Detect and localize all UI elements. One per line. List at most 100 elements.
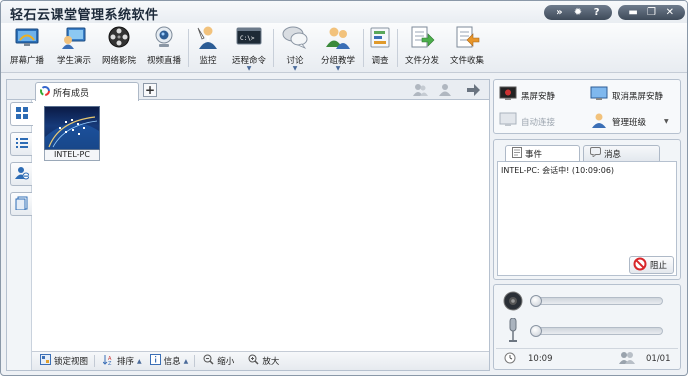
microphone-icon	[506, 317, 520, 347]
document-icon	[15, 196, 29, 213]
black-screen-button[interactable]: 黑屏安静	[499, 86, 555, 105]
file-receive-icon	[454, 25, 480, 49]
tab-all-members-label: 所有成员	[53, 88, 90, 99]
student-screen-preview	[44, 106, 100, 150]
network-video-button[interactable]: 网络影院	[100, 23, 138, 73]
rainbow-circle-icon	[40, 85, 50, 99]
class-user-icon	[590, 112, 608, 131]
tab-messages[interactable]: 消息	[583, 145, 660, 162]
manage-class-dropdown-icon[interactable]: ▼	[664, 118, 669, 125]
single-member-icon[interactable]	[437, 83, 453, 97]
tab-all-members[interactable]: 所有成员	[35, 82, 139, 101]
close-button[interactable]: ✕	[662, 5, 678, 20]
group-members-icon[interactable]	[412, 83, 428, 97]
file-distribute-button[interactable]: 文件分发	[402, 23, 442, 73]
minimize-icon[interactable]: ▬	[625, 5, 641, 20]
zoom-out-button[interactable]: 缩小	[203, 354, 234, 368]
video-live-button[interactable]: 视频直播	[145, 23, 183, 73]
terminal-icon: C:\>	[236, 25, 262, 49]
tab-events[interactable]: 事件	[505, 145, 580, 162]
members-panel: 所有成员 + INTEL-PC 锁定视图 A Z 排序 ▲ 信息 ▲ 缩小 放大	[6, 79, 490, 371]
remote-command-button[interactable]: C:\> 远程命令 ▼	[229, 23, 269, 73]
event-log-entry: INTEL-PC: 会话中! (10:09:06)	[501, 166, 615, 175]
mic-volume-thumb[interactable]	[530, 325, 542, 337]
user-remove-icon	[14, 166, 29, 183]
zoom-out-icon	[203, 354, 214, 368]
info-icon	[149, 354, 161, 368]
tab-list-view[interactable]	[10, 132, 32, 156]
view-side-tabs	[7, 100, 33, 370]
app-title: 轻石云课堂管理系统软件	[10, 8, 159, 23]
restore-icon[interactable]: ❐	[643, 5, 659, 20]
survey-button[interactable]: 调查	[367, 23, 393, 73]
help-button[interactable]: ?	[589, 5, 605, 20]
auto-connect-button[interactable]: 自动连接	[499, 112, 555, 131]
speaker-volume-thumb[interactable]	[530, 295, 542, 307]
members-tabstrip: 所有成员 +	[7, 80, 489, 101]
main-toolbar: 屏幕广播 学生演示 网络影院 视频直播 监控 C:\> 远程命令 ▼ 讨论 ▼ …	[1, 23, 687, 73]
info-caret-icon[interactable]: ▲	[184, 358, 189, 365]
monitor-person-icon	[195, 25, 221, 49]
speaker-volume-slider[interactable]	[530, 297, 663, 305]
svg-text:C:\>: C:\>	[240, 35, 255, 42]
arrow-right-icon[interactable]	[465, 83, 481, 97]
sort-icon: AZ	[102, 354, 114, 368]
title-bar: 轻石云课堂管理系统软件 » ✹ ? ▬ ❐ ✕	[1, 1, 687, 23]
online-users-icon	[619, 351, 635, 367]
lock-view-button[interactable]: 锁定视图	[40, 354, 88, 368]
bottombar-separator	[94, 355, 96, 367]
tab-user-manage[interactable]	[10, 162, 32, 186]
svg-text:Z: Z	[108, 361, 112, 365]
monitor-icon	[590, 86, 608, 105]
gear-icon[interactable]: ✹	[570, 5, 586, 20]
toolbar-separator	[397, 29, 398, 67]
file-send-icon	[409, 25, 435, 49]
info-button[interactable]: 信息 ▲	[149, 354, 189, 368]
survey-chart-icon	[367, 25, 393, 49]
toolbar-separator	[273, 29, 274, 67]
prohibit-icon	[633, 257, 647, 274]
sort-caret-icon[interactable]: ▲	[137, 358, 142, 365]
zoom-in-button[interactable]: 放大	[248, 354, 279, 368]
class-control-panel: 黑屏安静 取消黑屏安静 自动连接 管理班级 ▼	[493, 79, 681, 134]
student-demo-button[interactable]: 学生演示	[55, 23, 93, 73]
group-users-icon	[325, 25, 351, 49]
online-count: 01/01	[646, 354, 671, 364]
lock-view-icon	[40, 354, 51, 368]
webcam-icon	[151, 25, 177, 49]
bottombar-separator	[194, 355, 196, 367]
student-name: INTEL-PC	[44, 150, 100, 161]
mic-volume-slider[interactable]	[530, 327, 663, 335]
student-thumbnail[interactable]: INTEL-PC	[44, 106, 100, 161]
screen-broadcast-button[interactable]: 屏幕广播	[8, 23, 46, 73]
toolbar-separator	[363, 29, 364, 67]
auto-connect-icon	[499, 112, 517, 131]
discussion-dropdown-arrow[interactable]: ▼	[293, 66, 298, 72]
window-options-group: » ✹ ?	[544, 5, 612, 20]
tab-document-view[interactable]	[10, 192, 32, 216]
toolbar-separator	[188, 29, 189, 67]
main-window: 轻石云课堂管理系统软件 » ✹ ? ▬ ❐ ✕ 屏幕广播 学生演示 网络影院 视…	[0, 0, 688, 376]
monitor-button[interactable]: 监控	[193, 23, 223, 73]
list-icon	[15, 136, 29, 153]
remote-command-dropdown-arrow[interactable]: ▼	[247, 66, 252, 72]
members-bottom-toolbar: 锁定视图 AZ 排序 ▲ 信息 ▲ 缩小 放大	[32, 351, 489, 370]
black-screen-icon	[499, 86, 517, 105]
events-panel: 事件 消息 INTEL-PC: 会话中! (10:09:06) 阻止	[493, 139, 681, 280]
sort-button[interactable]: AZ 排序 ▲	[102, 354, 142, 368]
manage-class-button[interactable]: 管理班级 ▼	[590, 112, 669, 131]
clock-time: 10:09	[528, 354, 553, 364]
monitor-broadcast-icon	[14, 25, 40, 49]
file-collect-button[interactable]: 文件收集	[447, 23, 487, 73]
group-teaching-button[interactable]: 分组教学 ▼	[318, 23, 358, 73]
cancel-black-screen-button[interactable]: 取消黑屏安静	[590, 86, 663, 105]
double-chevron-down-icon[interactable]: »	[551, 5, 567, 20]
add-tab-button[interactable]: +	[143, 83, 157, 97]
group-teaching-dropdown-arrow[interactable]: ▼	[336, 66, 341, 72]
audio-divider	[496, 348, 678, 349]
stop-button[interactable]: 阻止	[629, 256, 674, 274]
events-log: INTEL-PC: 会话中! (10:09:06) 阻止	[497, 161, 677, 276]
film-reel-icon	[106, 25, 132, 49]
tab-thumbnail-view[interactable]	[10, 102, 33, 126]
discussion-button[interactable]: 讨论 ▼	[278, 23, 312, 73]
